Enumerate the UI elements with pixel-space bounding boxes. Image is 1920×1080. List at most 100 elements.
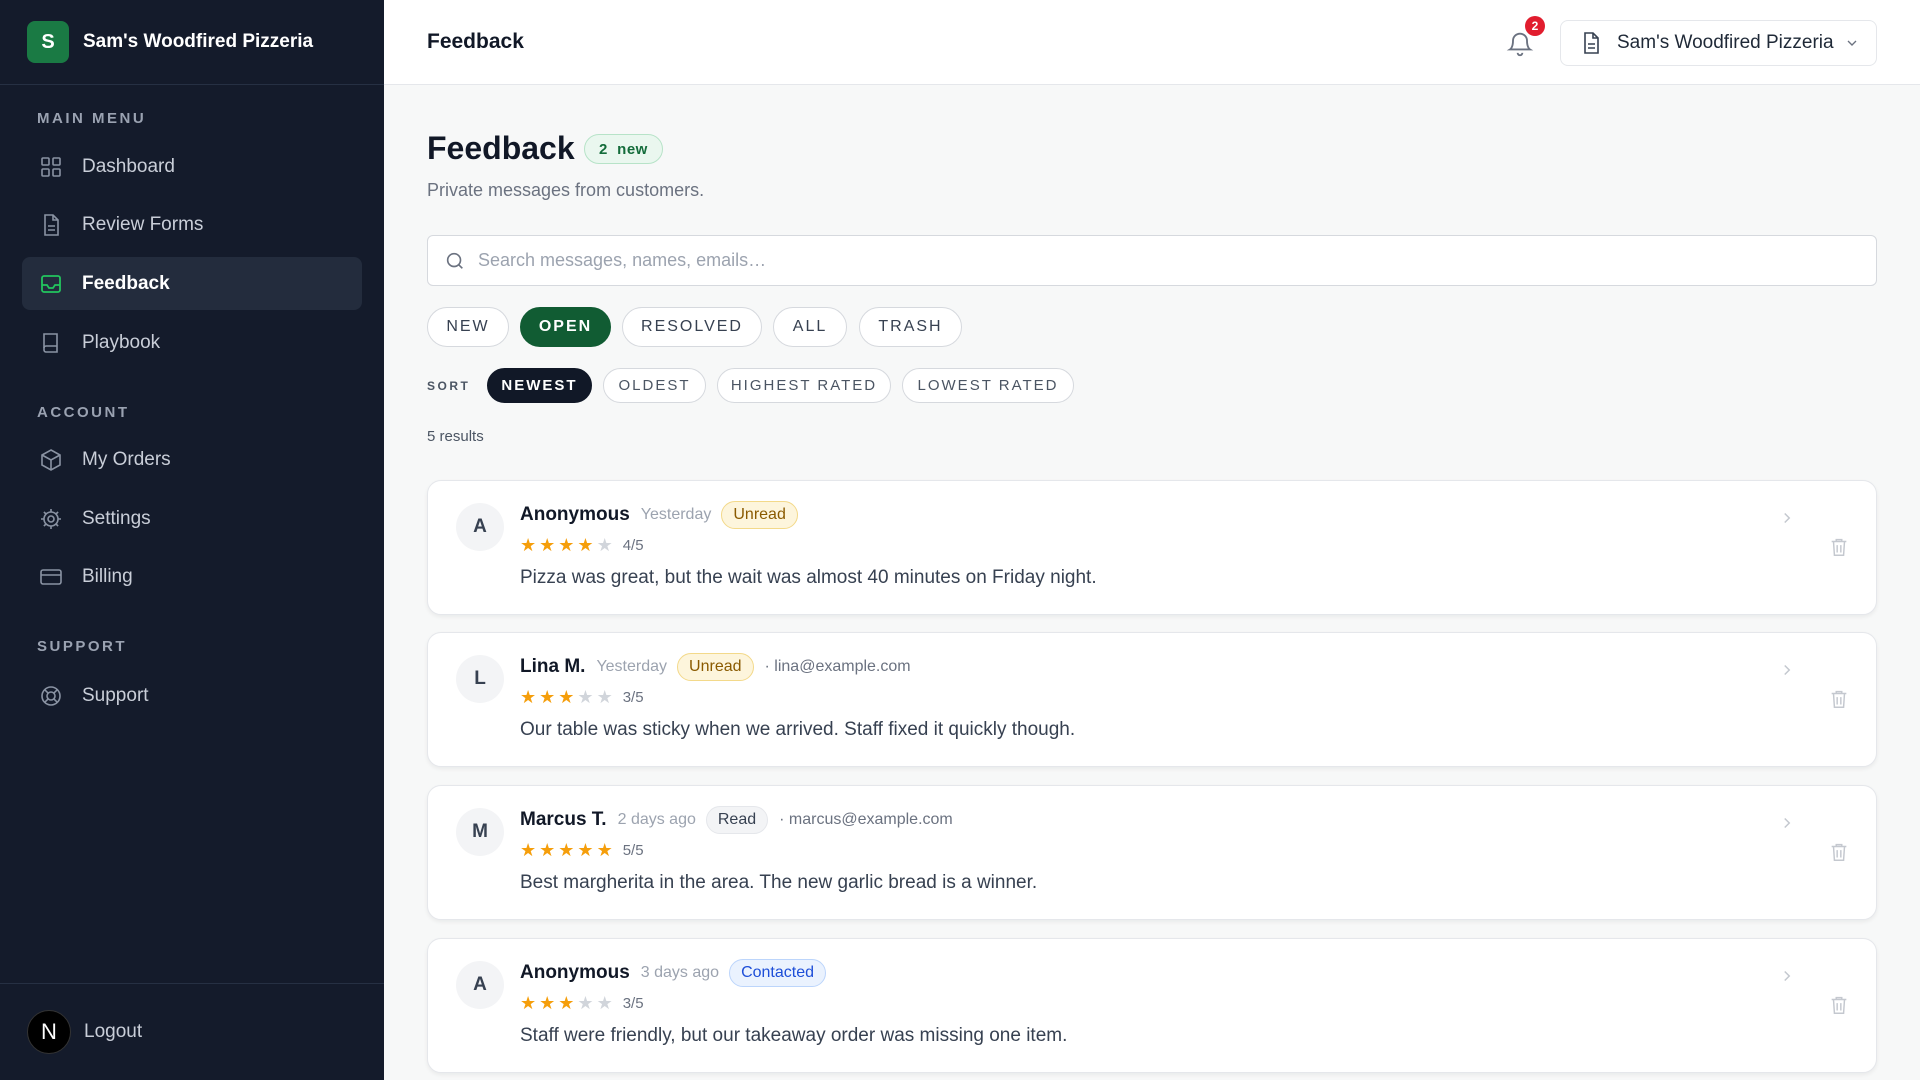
sidebar-item-review-forms[interactable]: Review Forms (22, 198, 362, 251)
rating-value: 5/5 (622, 841, 644, 859)
sort-highest-rated[interactable]: HIGHEST RATED (717, 368, 891, 403)
star-icon: ★ (558, 840, 575, 860)
feedback-author: Anonymous (520, 504, 630, 525)
section-label-main-menu: MAIN MENU (37, 110, 147, 127)
results-count: 5 results (427, 428, 484, 445)
star-icon: ★ (577, 687, 594, 707)
chevron-right-icon[interactable] (1778, 967, 1796, 985)
search-input[interactable] (478, 250, 1858, 271)
grid-icon (38, 154, 64, 180)
sort-label: SORT (427, 379, 471, 393)
lifebuoy-icon (38, 683, 64, 709)
feedback-card[interactable]: A Anonymous 3 days ago Contacted ★ ★ ★ ★… (427, 938, 1877, 1073)
feedback-card[interactable]: L Lina M. Yesterday Unread · lina@exampl… (427, 632, 1877, 767)
sidebar-item-label: Feedback (82, 272, 170, 294)
rating-value: 3/5 (622, 994, 644, 1012)
trash-icon[interactable] (1828, 536, 1850, 558)
notification-badge: 2 (1525, 16, 1545, 36)
logout-label: Logout (84, 1021, 143, 1042)
trash-icon[interactable] (1828, 994, 1850, 1016)
status-badge: Unread (721, 501, 798, 529)
avatar: L (456, 655, 504, 703)
document-icon (1584, 32, 1599, 54)
avatar: A (456, 961, 504, 1009)
trash-icon[interactable] (1828, 688, 1850, 710)
star-icon: ★ (558, 993, 575, 1013)
chevron-right-icon[interactable] (1778, 661, 1796, 679)
sort-newest[interactable]: NEWEST (487, 368, 592, 403)
feedback-time: Yesterday (596, 658, 668, 675)
star-icon: ★ (596, 687, 613, 707)
main-content: Feedback 2 new Private messages from cus… (384, 86, 1920, 1080)
sort-oldest[interactable]: OLDEST (603, 368, 706, 403)
star-icon: ★ (520, 687, 537, 707)
sidebar-item-my-orders[interactable]: My Orders (22, 433, 362, 486)
document-icon (38, 212, 64, 238)
feedback-time: 3 days ago (640, 964, 720, 981)
sidebar-item-label: Support (82, 684, 149, 706)
filter-open[interactable]: OPEN (520, 307, 611, 347)
search-bar[interactable] (427, 235, 1877, 286)
trash-icon[interactable] (1828, 841, 1850, 863)
star-icon: ★ (520, 993, 537, 1013)
chevron-right-icon[interactable] (1778, 509, 1796, 527)
feedback-time: 2 days ago (617, 811, 696, 828)
star-icon: ★ (539, 993, 556, 1013)
sidebar-item-settings[interactable]: Settings (22, 492, 362, 545)
logout-button[interactable]: N Logout (0, 983, 384, 1080)
star-icon: ★ (539, 535, 556, 555)
feedback-email: · marcus@example.com (779, 811, 953, 828)
star-rating: ★ ★ ★ ★ ★ 3/5 (520, 994, 644, 1012)
sidebar-item-support[interactable]: Support (22, 669, 362, 722)
chevron-right-icon[interactable] (1778, 814, 1796, 832)
star-icon: ★ (596, 840, 613, 860)
book-icon (38, 330, 64, 356)
feedback-message: Staff were friendly, but our takeaway or… (520, 1025, 1068, 1046)
status-badge: Contacted (729, 959, 826, 987)
box-icon (38, 447, 64, 473)
filter-all[interactable]: ALL (773, 307, 847, 347)
sidebar-item-playbook[interactable]: Playbook (22, 316, 362, 369)
sort-lowest-rated[interactable]: LOWEST RATED (902, 368, 1074, 403)
sidebar-item-dashboard[interactable]: Dashboard (22, 140, 362, 193)
star-icon: ★ (539, 840, 556, 860)
status-badge: Unread (677, 653, 754, 681)
sidebar-item-label: Review Forms (82, 213, 204, 235)
star-icon: ★ (539, 687, 556, 707)
filter-trash[interactable]: TRASH (859, 307, 962, 347)
feedback-card[interactable]: M Marcus T. 2 days ago Read · marcus@exa… (427, 785, 1877, 920)
status-badge: Read (705, 806, 769, 834)
brand: S Sam's Woodfired Pizzeria (0, 0, 384, 85)
sidebar-item-label: Dashboard (82, 155, 175, 177)
sidebar-item-label: Settings (82, 507, 151, 529)
feedback-message: Best margherita in the area. The new gar… (520, 872, 1038, 893)
star-icon: ★ (577, 993, 594, 1013)
filter-new[interactable]: NEW (427, 307, 509, 347)
feedback-email: · lina@example.com (764, 658, 911, 675)
sidebar-item-label: My Orders (82, 448, 171, 470)
feedback-card[interactable]: A Anonymous Yesterday Unread ★ ★ ★ ★ ★ 4… (427, 480, 1877, 615)
business-selector[interactable]: Sam's Woodfired Pizzeria (1560, 20, 1877, 66)
feedback-time: Yesterday (640, 506, 712, 523)
section-label-account: ACCOUNT (37, 404, 130, 421)
filter-resolved[interactable]: RESOLVED (622, 307, 762, 347)
business-selector-label: Sam's Woodfired Pizzeria (1617, 32, 1834, 53)
page-title: Feedback (427, 130, 575, 166)
section-label-support: SUPPORT (37, 638, 128, 655)
brand-name: Sam's Woodfired Pizzeria (83, 31, 314, 52)
star-rating: ★ ★ ★ ★ ★ 5/5 (520, 841, 644, 859)
sidebar-item-billing[interactable]: Billing (22, 550, 362, 603)
page-subtitle: Private messages from customers. (427, 180, 705, 200)
top-header: Feedback 2 Sam's Woodfired Pizzeria (384, 0, 1920, 85)
sidebar-item-label: Billing (82, 565, 133, 587)
star-rating: ★ ★ ★ ★ ★ 3/5 (520, 688, 644, 706)
sidebar-item-feedback[interactable]: Feedback (22, 257, 362, 310)
credit-card-icon (38, 564, 64, 590)
feedback-author: Lina M. (520, 656, 586, 677)
star-rating: ★ ★ ★ ★ ★ 4/5 (520, 536, 644, 554)
rating-value: 4/5 (622, 536, 644, 554)
gear-icon (38, 506, 64, 532)
star-icon: ★ (520, 840, 537, 860)
inbox-icon (38, 271, 64, 297)
star-icon: ★ (577, 840, 594, 860)
